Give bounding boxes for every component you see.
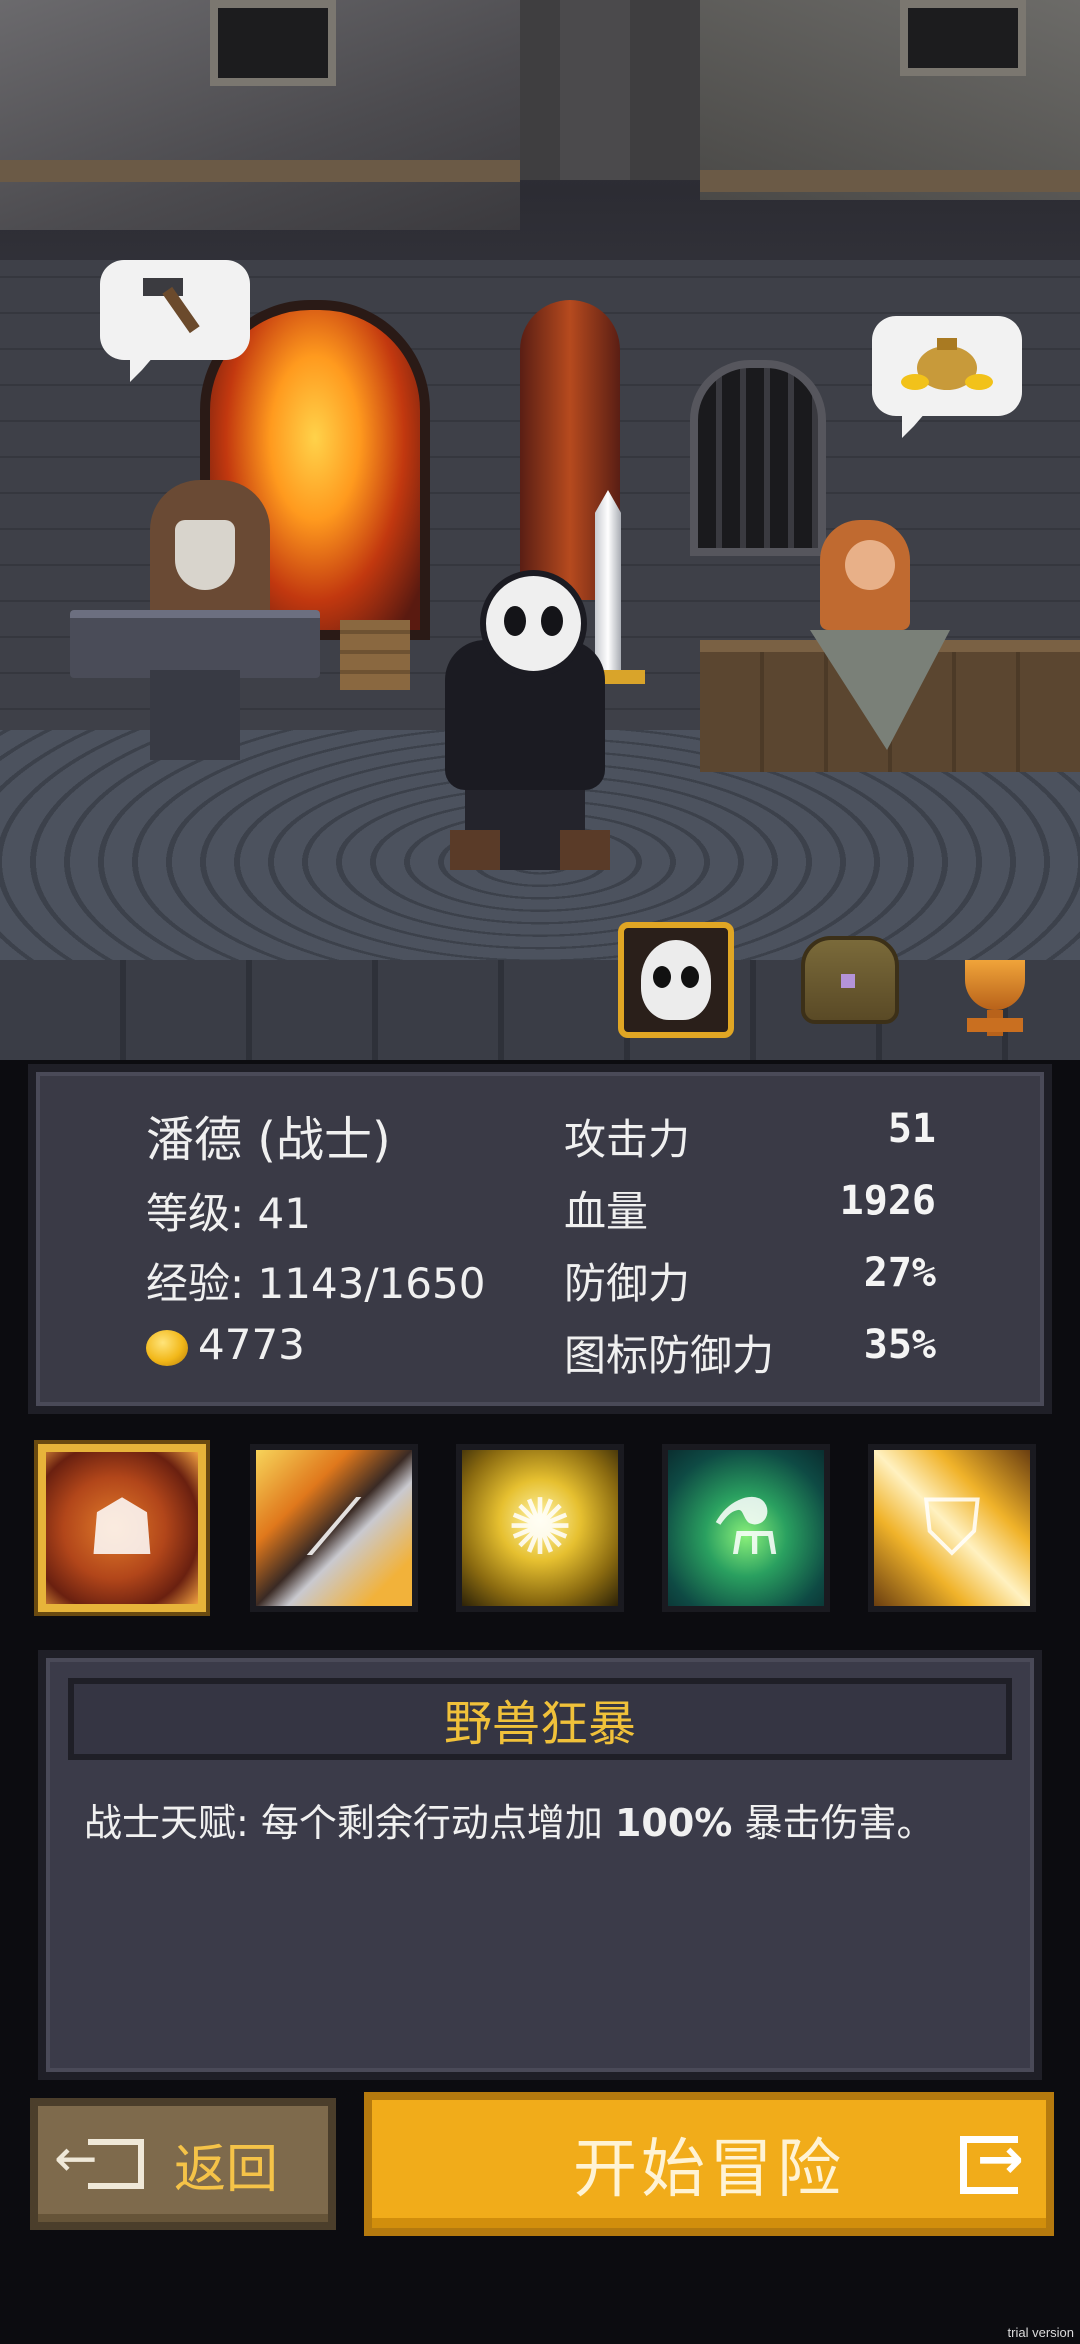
hero-eye [504,606,526,636]
hero-sword [595,490,621,680]
beam [700,170,1080,192]
hero-boot [560,830,610,870]
exit-arrow-icon [54,2129,144,2189]
shield-icon: ⛉ [922,1482,982,1573]
desc-suffix: 暴击伤害。 [732,1801,935,1845]
potion-bottle-icon: ⚗ [711,1483,781,1573]
roaring-beast-icon: ☗ [87,1483,157,1573]
hero-experience: 经验: 1143/1650 [146,1259,486,1308]
blacksmith-bubble[interactable] [100,260,250,382]
hero-stats-panel: 潘德 (战士) 等级: 41 经验: 1143/1650 4773 攻击力 51… [28,1064,1052,1414]
desc-highlight: 100% [614,1801,733,1845]
skill-green-potion[interactable]: ⚗ [662,1444,830,1612]
hammer-icon [135,268,215,353]
gold-amount: 4773 [146,1320,305,1369]
skill-description: 战士天赋: 每个剩余行动点增加 100% 暴击伤害。 [84,1792,934,1847]
beam [0,160,520,182]
trial-watermark: trial version [1007,2325,1074,2340]
crate [340,620,410,690]
tab-hero-portrait[interactable] [618,922,734,1038]
back-button[interactable]: 返回 [30,2098,336,2230]
tab-inventory[interactable] [800,930,900,1030]
icon-defense-value: 35% [863,1322,936,1368]
trophy-base [967,1018,1023,1032]
backpack-icon [801,936,899,1024]
skill-shield[interactable]: ⛉ [868,1444,1036,1612]
anvil [70,610,320,678]
anvil-stand [150,670,240,760]
floor-edge [0,960,1080,1060]
forge-scene [0,0,1080,1060]
defense-value: 27% [863,1250,936,1296]
attack-value: 51 [887,1106,936,1152]
attack-label: 攻击力 [564,1115,691,1164]
skill-blade-strike[interactable]: ⟋ [250,1444,418,1612]
skill-golden-idol[interactable]: ✺ [456,1444,624,1612]
skill-title-bar: 野兽狂暴 [68,1678,1012,1760]
start-button-label: 开始冒险 [573,2133,845,2207]
hp-value: 1926 [839,1178,936,1224]
start-adventure-button[interactable]: 开始冒险 [364,2092,1054,2236]
hp-label: 血量 [564,1187,649,1236]
roof-window [210,0,336,86]
blacksmith-beard [175,520,235,590]
trophy-icon [965,960,1025,1036]
panda-portrait-icon [641,940,711,1020]
blade-slash-icon: ⟋ [306,1482,362,1573]
arched-window [690,360,826,556]
gold-coin-icon [146,1329,188,1366]
hero-eye [541,606,563,636]
skill-beast-rage[interactable]: ☗ [38,1444,206,1612]
gold-value: 4773 [198,1320,305,1369]
skill-description-panel: 野兽狂暴 战士天赋: 每个剩余行动点增加 100% 暴击伤害。 [38,1650,1042,2080]
roof-window [900,0,1026,76]
hero-name: 潘德 (战士) [146,1112,391,1168]
merchant-head [845,540,895,590]
hero-panda-head [480,570,587,677]
desc-prefix: 战士天赋: 每个剩余行动点增加 [84,1801,615,1845]
skill-title: 野兽狂暴 [443,1696,636,1752]
money-bag-icon [897,324,997,409]
hero-boot [450,830,500,870]
golden-idol-icon: ✺ [507,1483,573,1573]
defense-label: 防御力 [564,1259,691,1308]
hero-level: 等级: 41 [146,1189,311,1238]
merchant-bubble[interactable] [872,316,1022,438]
back-button-label: 返回 [173,2139,278,2200]
tab-achievements[interactable] [945,930,1045,1040]
enter-arrow-icon [960,2127,1024,2194]
